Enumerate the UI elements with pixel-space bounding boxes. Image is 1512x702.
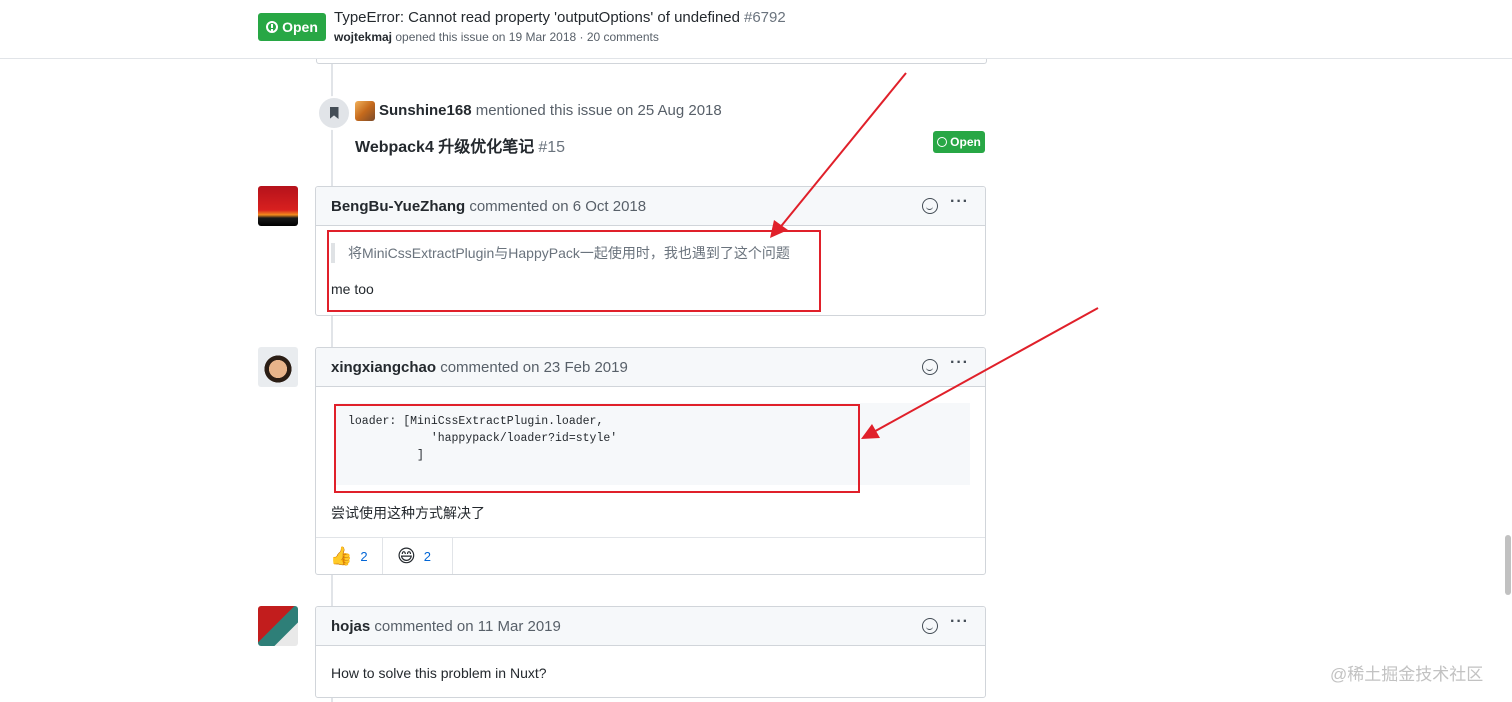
annotation-arrows [770, 72, 1099, 439]
arrow-head-icon [861, 424, 880, 439]
annotation-arrow [777, 72, 907, 231]
arrow-head-icon [770, 220, 788, 238]
annotation-arrow [869, 307, 1099, 435]
